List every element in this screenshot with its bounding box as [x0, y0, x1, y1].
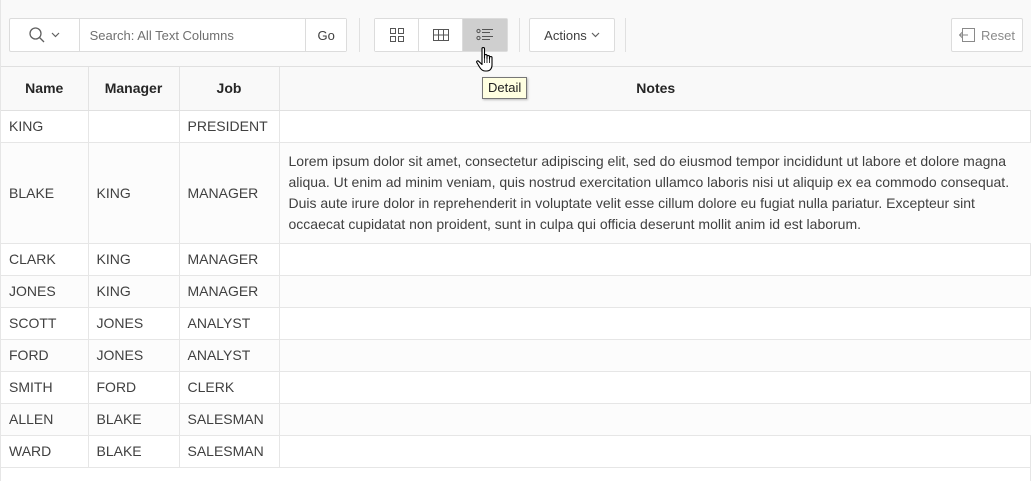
cell-name: JONES — [1, 275, 89, 308]
cell-job: MANAGER — [179, 142, 280, 244]
cell-job: ANALYST — [179, 339, 280, 372]
cell-job: SALESMAN — [179, 435, 280, 468]
table-row: CLARK KING MANAGER — [1, 243, 1031, 276]
cell-manager: FORD — [88, 371, 180, 404]
cell-notes — [279, 275, 1031, 308]
hand-pointer-cursor — [476, 46, 493, 72]
reset-label: Reset — [981, 27, 1015, 43]
chevron-down-icon — [591, 32, 600, 38]
reset-button[interactable]: Reset — [951, 18, 1023, 52]
cell-notes — [279, 307, 1031, 340]
table-row: KING PRESIDENT — [1, 110, 1031, 143]
actions-label: Actions — [544, 27, 587, 43]
toolbar-divider — [625, 18, 626, 52]
cell-manager: KING — [88, 142, 180, 244]
cell-job: PRESIDENT — [179, 110, 280, 143]
cell-name: KING — [1, 110, 89, 143]
column-header-manager[interactable]: Manager — [88, 67, 180, 111]
magnifier-icon — [29, 27, 45, 43]
cell-notes — [279, 435, 1031, 468]
cell-job: MANAGER — [179, 243, 280, 276]
report-table: Name Manager Job Notes KING PRESIDENT BL… — [1, 67, 1031, 468]
cell-manager: JONES — [88, 307, 180, 340]
table-row: JONES KING MANAGER — [1, 275, 1031, 308]
cell-name: ALLEN — [1, 403, 89, 436]
cell-name: SCOTT — [1, 307, 89, 340]
go-button[interactable]: Go — [305, 19, 346, 51]
column-header-name[interactable]: Name — [1, 67, 89, 111]
cell-name: CLARK — [1, 243, 89, 276]
icon-view-button[interactable] — [375, 19, 419, 51]
table-row: SMITH FORD CLERK — [1, 371, 1031, 404]
actions-menu-button[interactable]: Actions — [529, 18, 615, 52]
cell-name: SMITH — [1, 371, 89, 404]
column-header-notes[interactable]: Notes — [279, 67, 1031, 111]
search-column-menu[interactable] — [10, 19, 80, 51]
cell-job: CLERK — [179, 371, 280, 404]
report-toolbar: Go — [1, 0, 1031, 67]
cell-notes — [279, 243, 1031, 276]
toolbar-divider — [359, 18, 360, 52]
table-icon — [432, 29, 449, 41]
cell-job: ANALYST — [179, 307, 280, 340]
cell-job: SALESMAN — [179, 403, 280, 436]
chevron-down-icon — [51, 32, 60, 38]
table-row: SCOTT JONES ANALYST — [1, 307, 1031, 340]
cell-manager: KING — [88, 243, 180, 276]
detail-list-icon — [476, 28, 493, 41]
cell-name: WARD — [1, 435, 89, 468]
detail-tooltip: Detail — [482, 77, 528, 99]
search-input[interactable] — [79, 19, 306, 51]
cell-name: BLAKE — [1, 142, 89, 244]
cell-notes: Lorem ipsum dolor sit amet, consectetur … — [279, 142, 1031, 244]
cell-manager — [88, 110, 180, 143]
toolbar-divider — [519, 18, 520, 52]
cell-name: FORD — [1, 339, 89, 372]
cell-manager: KING — [88, 275, 180, 308]
cell-notes — [279, 403, 1031, 436]
cell-manager: BLAKE — [88, 435, 180, 468]
column-header-job[interactable]: Job — [179, 67, 280, 111]
cell-notes — [279, 110, 1031, 143]
table-row: WARD BLAKE SALESMAN — [1, 435, 1031, 468]
search-bar: Go — [9, 18, 347, 52]
reset-icon — [959, 28, 976, 42]
cell-manager: BLAKE — [88, 403, 180, 436]
interactive-report: Go — [0, 0, 1031, 481]
cell-notes — [279, 339, 1031, 372]
cell-job: MANAGER — [179, 275, 280, 308]
cell-notes — [279, 371, 1031, 404]
grid-icon — [389, 28, 404, 42]
cell-manager: JONES — [88, 339, 180, 372]
report-view-button[interactable] — [419, 19, 463, 51]
table-row: ALLEN BLAKE SALESMAN — [1, 403, 1031, 436]
table-row: FORD JONES ANALYST — [1, 339, 1031, 372]
table-row: BLAKE KING MANAGER Lorem ipsum dolor sit… — [1, 142, 1031, 244]
